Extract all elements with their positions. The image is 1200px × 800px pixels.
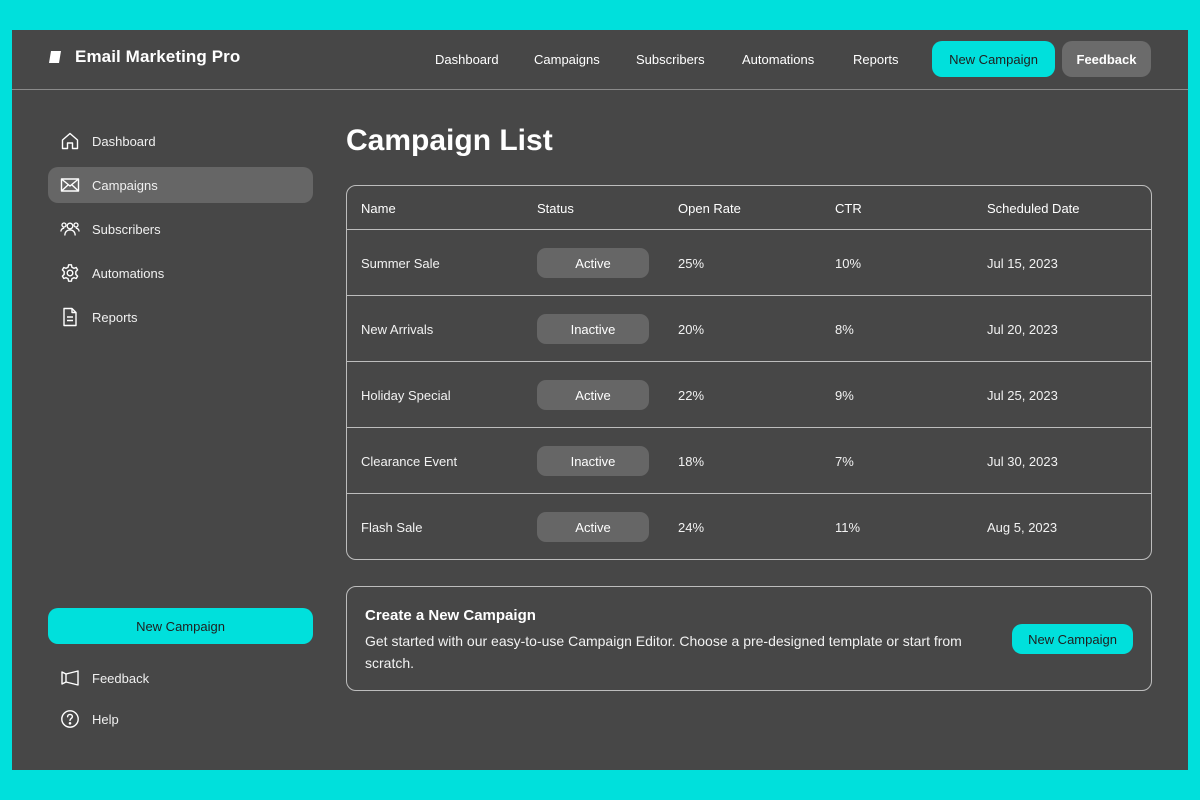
sidebar-item-label: Help bbox=[92, 711, 119, 727]
cta-title: Create a New Campaign bbox=[365, 607, 536, 624]
sidebar-item-automations[interactable]: Automations bbox=[48, 255, 313, 291]
topnav-campaigns[interactable]: Campaigns bbox=[534, 52, 600, 67]
column-header-status[interactable]: Status bbox=[537, 201, 574, 216]
document-icon bbox=[63, 307, 77, 327]
cta-description: Get started with our easy-to-use Campaig… bbox=[365, 633, 962, 671]
topnav-dashboard[interactable]: Dashboard bbox=[435, 52, 499, 67]
users-icon bbox=[60, 222, 80, 236]
sidebar-new-campaign-button[interactable]: New Campaign bbox=[48, 608, 313, 644]
campaign-name: Holiday Special bbox=[361, 388, 451, 403]
open-rate: 24% bbox=[678, 520, 705, 535]
status-badge: Active bbox=[537, 380, 649, 410]
sidebar-item-label: Automations bbox=[92, 265, 165, 281]
app-title: Email Marketing Pro bbox=[75, 47, 241, 66]
status-badge: Active bbox=[537, 512, 649, 542]
ctr: 11% bbox=[835, 520, 861, 535]
gear-icon bbox=[61, 264, 79, 282]
open-rate: 20% bbox=[678, 322, 705, 337]
status-badge: Active bbox=[537, 248, 649, 278]
status-badge: Inactive bbox=[537, 314, 649, 344]
topnav-automations[interactable]: Automations bbox=[742, 52, 814, 67]
open-rate: 22% bbox=[678, 388, 705, 403]
column-header-open-rate[interactable]: Open Rate bbox=[678, 201, 741, 216]
create-campaign-card: Create a New Campaign Get started with o… bbox=[346, 586, 1152, 691]
column-header-name[interactable]: Name bbox=[361, 201, 396, 216]
cta-new-campaign-button[interactable]: New Campaign bbox=[1012, 624, 1133, 654]
scheduled-date: Aug 5, 2023 bbox=[987, 520, 1058, 535]
top-header: Email Marketing Pro Dashboard Campaigns … bbox=[12, 30, 1188, 90]
header-new-campaign-button[interactable]: New Campaign bbox=[932, 41, 1055, 77]
open-rate: 18% bbox=[678, 454, 705, 469]
campaign-name: Clearance Event bbox=[361, 454, 458, 469]
campaign-name: Flash Sale bbox=[361, 520, 423, 535]
logo[interactable]: Email Marketing Pro bbox=[48, 47, 240, 67]
logo-icon bbox=[49, 51, 61, 63]
scheduled-date: Jul 20, 2023 bbox=[987, 322, 1058, 337]
table-header: Name Status Open Rate CTR Scheduled Date bbox=[347, 186, 1151, 230]
sidebar-item-label: Subscribers bbox=[92, 221, 161, 237]
home-icon bbox=[61, 132, 79, 150]
sidebar-item-reports[interactable]: Reports bbox=[48, 299, 313, 335]
sidebar-item-subscribers[interactable]: Subscribers bbox=[48, 211, 313, 247]
sidebar-feedback[interactable]: Feedback bbox=[48, 660, 313, 696]
campaign-name: Summer Sale bbox=[361, 256, 440, 271]
sidebar-item-label: Reports bbox=[92, 309, 138, 325]
sidebar-item-campaigns[interactable]: Campaigns bbox=[48, 167, 313, 203]
ctr: 9% bbox=[835, 388, 854, 403]
scheduled-date: Jul 25, 2023 bbox=[987, 388, 1058, 403]
sidebar-item-label: Campaigns bbox=[92, 177, 158, 193]
sidebar-item-label: Dashboard bbox=[92, 133, 156, 149]
sidebar-item-dashboard[interactable]: Dashboard bbox=[48, 123, 313, 159]
topnav-subscribers[interactable]: Subscribers bbox=[636, 52, 705, 67]
ctr: 10% bbox=[835, 256, 862, 271]
sidebar-item-label: Feedback bbox=[92, 670, 150, 686]
ctr: 8% bbox=[835, 322, 854, 337]
help-icon bbox=[61, 710, 79, 728]
table-row[interactable]: Flash Sale Active 24% 11% Aug 5, 2023 bbox=[347, 494, 1151, 559]
table-row[interactable]: Holiday Special Active 22% 9% Jul 25, 20… bbox=[347, 362, 1151, 428]
campaign-name: New Arrivals bbox=[361, 322, 434, 337]
table-row[interactable]: New Arrivals Inactive 20% 8% Jul 20, 202… bbox=[347, 296, 1151, 362]
scheduled-date: Jul 15, 2023 bbox=[987, 256, 1058, 271]
topnav-reports[interactable]: Reports bbox=[853, 52, 899, 67]
column-header-scheduled-date[interactable]: Scheduled Date bbox=[987, 201, 1080, 216]
column-header-ctr[interactable]: CTR bbox=[835, 201, 862, 216]
scheduled-date: Jul 30, 2023 bbox=[987, 454, 1058, 469]
status-badge: Inactive bbox=[537, 446, 649, 476]
sidebar-help[interactable]: Help bbox=[48, 701, 313, 737]
header-feedback-button[interactable]: Feedback bbox=[1062, 41, 1151, 77]
campaign-table: Name Status Open Rate CTR Scheduled Date… bbox=[346, 185, 1152, 560]
ctr: 7% bbox=[835, 454, 854, 469]
page-title: Campaign List bbox=[346, 124, 553, 157]
megaphone-icon bbox=[61, 670, 79, 686]
open-rate: 25% bbox=[678, 256, 705, 271]
table-row[interactable]: Summer Sale Active 25% 10% Jul 15, 2023 bbox=[347, 230, 1151, 296]
app-window: Email Marketing Pro Dashboard Campaigns … bbox=[12, 30, 1188, 770]
mail-icon bbox=[60, 178, 80, 192]
table-row[interactable]: Clearance Event Inactive 18% 7% Jul 30, … bbox=[347, 428, 1151, 494]
